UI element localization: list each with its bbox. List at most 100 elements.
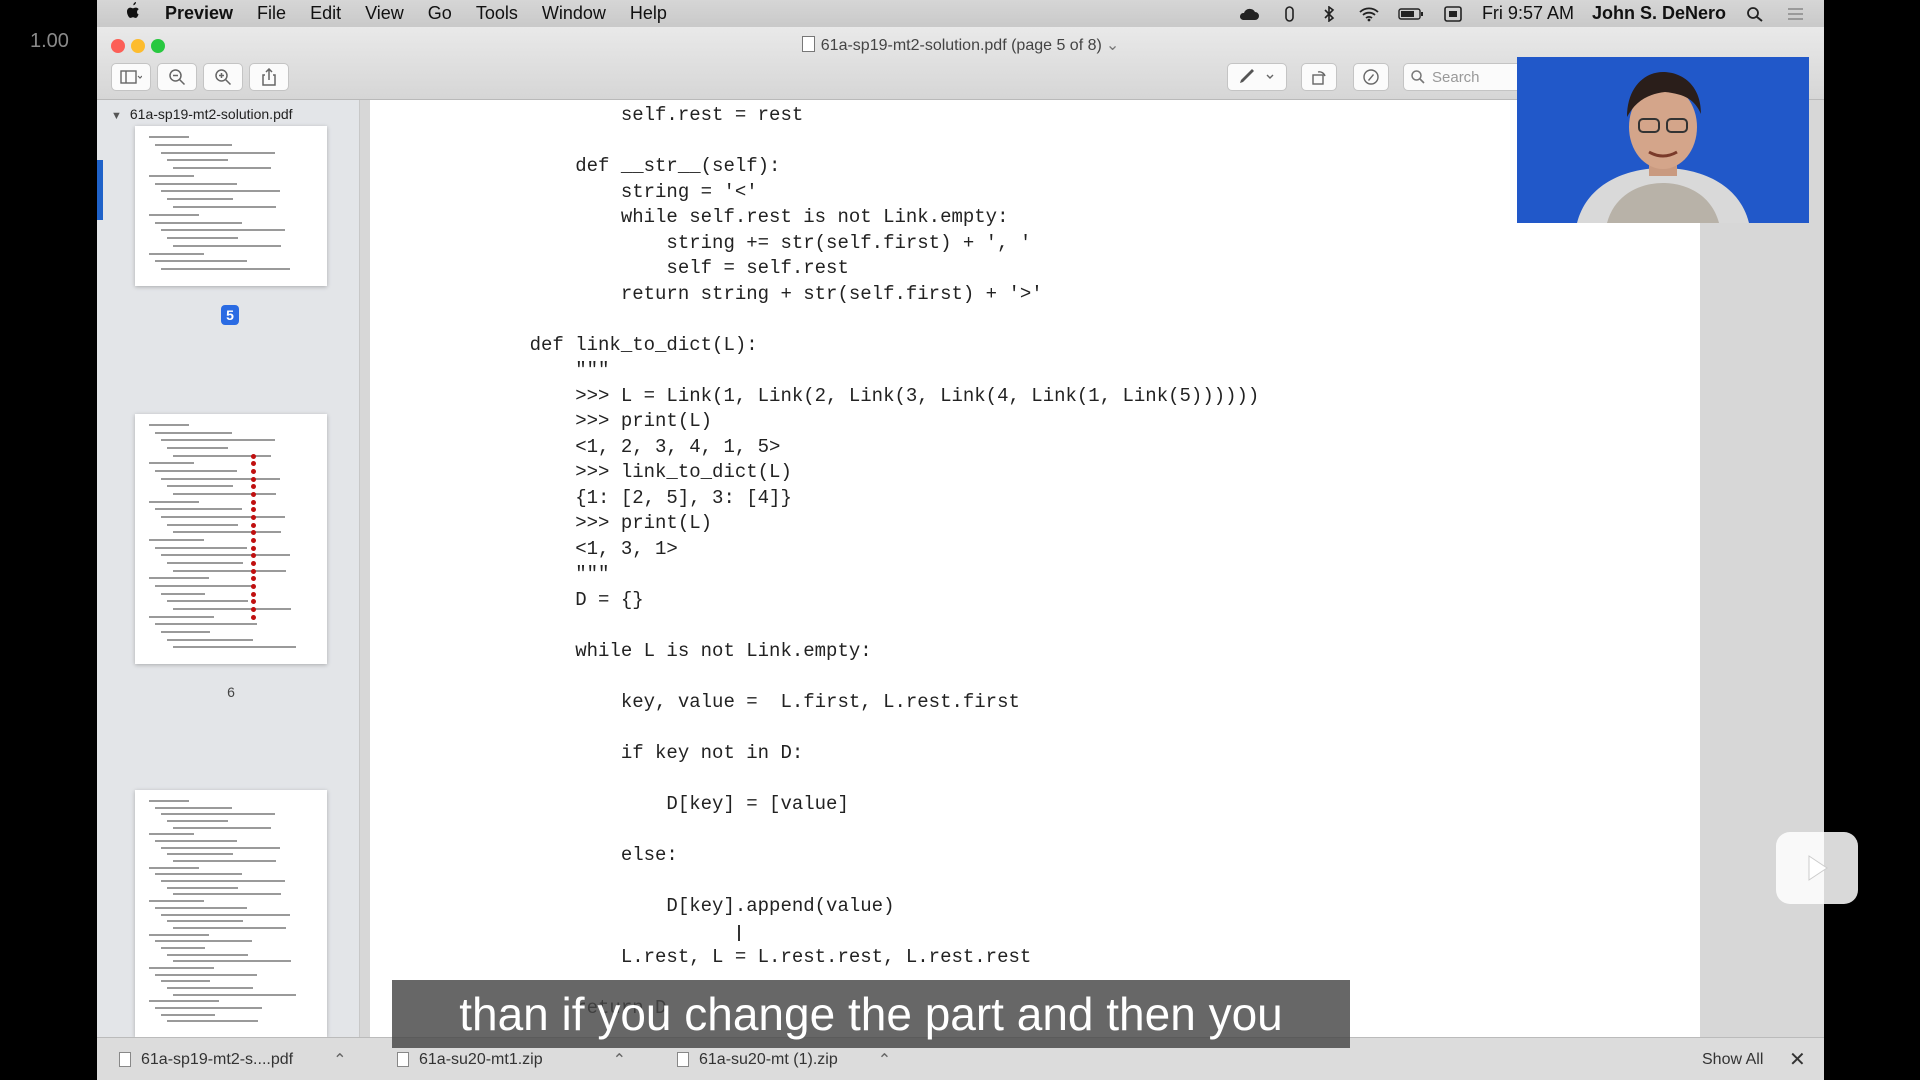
- code-line: D[key].append(value): [484, 894, 895, 917]
- thumbnail-text-line: [161, 946, 205, 949]
- menu-window[interactable]: Window: [530, 3, 618, 24]
- search-icon: [1411, 70, 1425, 84]
- thumbnail-text-line: [167, 600, 248, 603]
- menu-app[interactable]: Preview: [153, 3, 245, 24]
- code-line: def link_to_dict(L):: [484, 333, 758, 356]
- page-thumbnail-7[interactable]: [135, 790, 327, 1037]
- clock[interactable]: Fri 9:57 AM: [1482, 3, 1574, 24]
- thumbnail-text-line: [167, 953, 248, 956]
- code-line: >>> L = Link(1, Link(2, Link(3, Link(4, …: [484, 384, 1260, 407]
- notification-center-icon[interactable]: [1784, 6, 1806, 22]
- bluetooth-icon[interactable]: [1318, 5, 1340, 22]
- thumbnail-text-line: [149, 213, 199, 216]
- menu-view[interactable]: View: [353, 3, 416, 24]
- code-line: key, value = L.first, L.rest.first: [484, 690, 1020, 713]
- show-all-button[interactable]: Show All: [1702, 1038, 1763, 1080]
- apple-icon[interactable]: [113, 2, 153, 25]
- thumbnail-text-line: [149, 1000, 219, 1003]
- thumbnail-text-line: [167, 986, 253, 989]
- zoom-in-icon: [215, 69, 232, 86]
- thumbnail-text-line: [155, 470, 237, 472]
- play-button[interactable]: [1776, 832, 1858, 904]
- menubar: Preview File Edit View Go Tools Window H…: [97, 0, 1824, 27]
- thumbnail-text-line: [149, 462, 194, 465]
- thumbnail-marker: [251, 522, 256, 528]
- thumbnail-text-line: [149, 136, 189, 138]
- thumbnail-text-line: [167, 638, 253, 641]
- mac-screen: Preview File Edit View Go Tools Window H…: [97, 0, 1824, 1080]
- pen-icon: [1240, 69, 1274, 83]
- sidebar-toggle-button[interactable]: [111, 63, 151, 91]
- thumbnail-text-line: [173, 167, 271, 170]
- markup-toolbar-button[interactable]: [1353, 63, 1389, 91]
- thumbnail-text-line: [155, 873, 242, 876]
- sidebar-icon: [120, 70, 142, 84]
- thumbnail-text-line: [167, 853, 233, 856]
- thumbnail-text-line: [155, 940, 252, 943]
- thumbnail-text-line: [161, 268, 290, 271]
- thumbnail-text-line: [149, 900, 204, 903]
- window-title: 61a-sp19-mt2-solution.pdf (page 5 of 8) ⌄: [97, 35, 1824, 55]
- pdf-page: self.rest = rest def __str__(self): stri…: [370, 100, 1700, 1037]
- thumbnail-text-line: [155, 585, 252, 587]
- code-line: self.rest = rest: [484, 104, 804, 126]
- page-thumbnail-6[interactable]: [135, 414, 327, 664]
- mouse-icon[interactable]: [1278, 5, 1300, 22]
- code-line: D = {}: [484, 588, 644, 611]
- share-button[interactable]: [249, 63, 289, 91]
- thumbnail-marker: [251, 599, 256, 605]
- menu-tools[interactable]: Tools: [464, 3, 530, 24]
- thumbnail-text-line: [167, 485, 233, 488]
- menu-edit[interactable]: Edit: [298, 3, 353, 24]
- menu-help[interactable]: Help: [618, 3, 679, 24]
- cloud-icon[interactable]: [1238, 6, 1260, 22]
- chevron-down-icon[interactable]: ⌄: [1106, 37, 1119, 54]
- battery-icon[interactable]: [1398, 6, 1424, 22]
- thumbnail-text-line: [155, 508, 242, 511]
- thumbnail-text-line: [149, 252, 204, 255]
- wifi-icon[interactable]: [1358, 6, 1380, 22]
- download-item-1[interactable]: 61a-sp19-mt2-s....pdf ⌃: [119, 1038, 346, 1080]
- zoom-out-button[interactable]: [157, 63, 197, 91]
- thumbnail-text-line: [167, 820, 228, 823]
- chevron-up-icon[interactable]: ⌃: [878, 1050, 891, 1070]
- page-number-5[interactable]: 5: [221, 305, 239, 325]
- rotate-button[interactable]: [1301, 63, 1337, 91]
- chevron-up-icon[interactable]: ⌃: [613, 1050, 626, 1070]
- thumbnail-text-line: [149, 174, 194, 177]
- page-number-6[interactable]: 6: [201, 684, 261, 700]
- pdf-file-icon: [801, 36, 815, 52]
- page-thumbnail-5[interactable]: [135, 126, 327, 286]
- search-field[interactable]: Search: [1403, 63, 1525, 91]
- markup-pen-button[interactable]: [1227, 63, 1287, 91]
- code-line: >>> print(L): [484, 410, 713, 432]
- thumbnail-text-line: [155, 260, 247, 263]
- thumbnail-text-line: [155, 973, 257, 976]
- thumbnail-text-line: [173, 860, 276, 863]
- document-view[interactable]: self.rest = rest def __str__(self): stri…: [360, 100, 1824, 1037]
- code-line: while L is not Link.empty:: [484, 639, 872, 662]
- display-icon[interactable]: [1442, 5, 1464, 22]
- chevron-up-icon[interactable]: ⌃: [333, 1050, 346, 1070]
- pdf-file-icon: [119, 1052, 131, 1067]
- thumbnail-text-line: [167, 886, 238, 889]
- code-line: else:: [484, 843, 678, 866]
- spotlight-search-icon[interactable]: [1744, 6, 1766, 22]
- thumbnail-marker: [251, 530, 256, 536]
- user-name[interactable]: John S. DeNero: [1592, 3, 1726, 24]
- sidebar-file-header[interactable]: ▼ 61a-sp19-mt2-solution.pdf: [111, 106, 293, 122]
- menu-go[interactable]: Go: [416, 3, 464, 24]
- menu-file[interactable]: File: [245, 3, 298, 24]
- thumbnail-text-line: [149, 539, 204, 541]
- thumbnail-text-line: [155, 143, 232, 146]
- zoom-in-button[interactable]: [203, 63, 243, 91]
- disclosure-triangle-icon[interactable]: ▼: [111, 110, 122, 122]
- thumbnail-text-line: [149, 800, 189, 802]
- code-line: string = '<': [484, 180, 758, 203]
- search-placeholder: Search: [1432, 68, 1480, 86]
- text-cursor-icon: [738, 925, 740, 941]
- close-downloads-button[interactable]: ✕: [1789, 1038, 1806, 1080]
- code-line: L.rest, L = L.rest.rest, L.rest.rest: [484, 945, 1032, 968]
- thumbnail-text-line: [173, 646, 296, 649]
- thumbnail-text-line: [161, 516, 285, 518]
